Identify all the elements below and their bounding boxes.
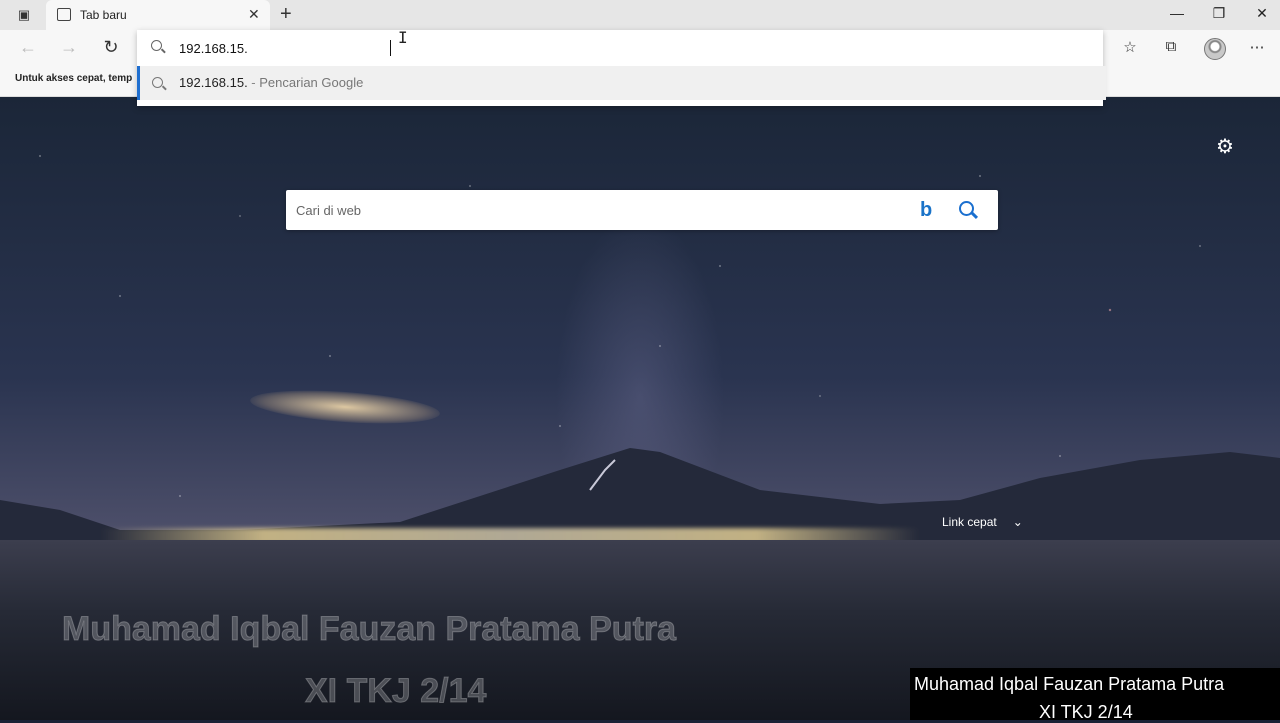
suggestion-text: 192.168.15. - Pencarian Google — [179, 75, 363, 90]
back-icon[interactable]: ← — [16, 37, 40, 58]
address-input[interactable] — [179, 38, 879, 58]
bing-logo-icon: b — [920, 199, 933, 221]
tab-actions-icon[interactable]: ▣ — [14, 6, 34, 24]
favorites-icon[interactable]: ☆ — [1119, 38, 1141, 56]
forward-icon[interactable]: → — [57, 37, 81, 58]
suggestion-query: 192.168.15. — [179, 75, 248, 90]
tab-title: Tab baru — [80, 8, 127, 22]
caption-name: Muhamad Iqbal Fauzan Pratama Putra — [914, 674, 1225, 694]
quick-links-label: Link cepat — [942, 515, 997, 529]
web-search-box: b — [286, 190, 998, 230]
minimize-icon[interactable]: — — [1165, 5, 1189, 21]
text-caret — [390, 40, 391, 56]
chevron-down-icon: ⌄ — [1012, 515, 1023, 529]
suggestion-hint: Pencarian Google — [259, 75, 364, 90]
new-tab-page-icon — [57, 8, 71, 21]
web-search-input[interactable] — [296, 200, 896, 220]
watermark-class: XI TKJ 2/14 — [304, 672, 487, 711]
caption-box: Muhamad Iqbal Fauzan Pratama Putra XI TK… — [910, 668, 1280, 722]
refresh-icon[interactable]: ↻ — [99, 37, 123, 58]
collections-icon[interactable]: ⧉ — [1160, 38, 1182, 55]
search-icon — [151, 40, 162, 51]
more-menu-icon[interactable]: ⋯ — [1246, 38, 1268, 56]
address-suggestion[interactable]: 192.168.15. - Pencarian Google — [137, 66, 1106, 100]
tab-strip: ▣ Tab baru ✕ + — ❐ ✕ — [0, 0, 1280, 30]
address-bar — [137, 30, 1103, 66]
close-tab-icon[interactable]: ✕ — [248, 6, 260, 23]
ibeam-cursor-icon: I — [398, 28, 408, 47]
window-close-icon[interactable]: ✕ — [1250, 5, 1274, 22]
suggestion-separator: - — [247, 75, 260, 90]
address-bar-dropdown: 192.168.15. - Pencarian Google — [137, 30, 1106, 106]
watermark-name: Muhamad Iqbal Fauzan Pratama Putra — [61, 610, 677, 649]
tab-new-tab[interactable]: Tab baru ✕ — [46, 0, 270, 30]
restore-icon[interactable]: ❐ — [1207, 5, 1231, 22]
search-icon — [152, 77, 163, 88]
new-tab-button[interactable]: + — [280, 3, 292, 26]
search-button[interactable] — [956, 198, 980, 222]
favorites-bar-hint: Untuk akses cepat, temp — [15, 73, 133, 84]
profile-avatar[interactable] — [1204, 38, 1226, 60]
quick-links-toggle[interactable]: Link cepat ⌄ — [942, 515, 1023, 529]
page-settings-icon[interactable]: ⚙ — [1216, 134, 1234, 159]
